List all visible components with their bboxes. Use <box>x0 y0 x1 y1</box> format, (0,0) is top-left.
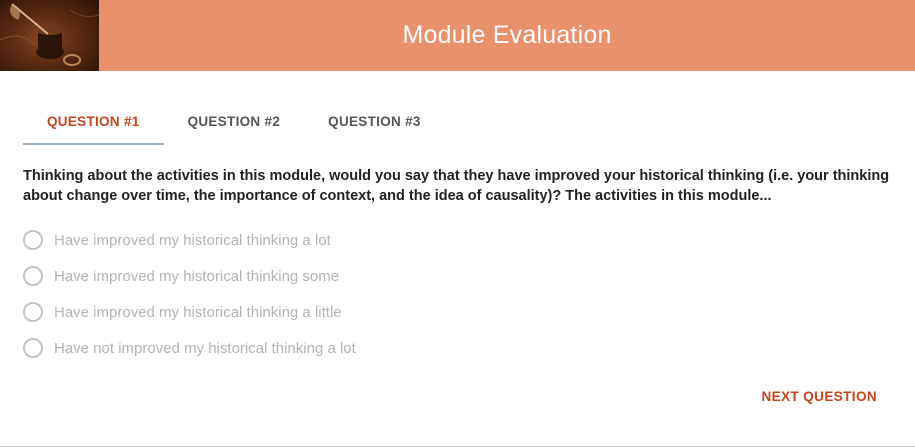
answer-option-label: Have not improved my historical thinking… <box>54 339 356 357</box>
question-text: Thinking about the activities in this mo… <box>23 168 890 204</box>
tab-question-3[interactable]: QUESTION #3 <box>304 97 445 145</box>
answer-option-label: Have improved my historical thinking a l… <box>54 231 331 249</box>
radio-button[interactable] <box>23 266 43 286</box>
tab-question-2[interactable]: QUESTION #2 <box>164 97 305 145</box>
answer-option[interactable]: Have improved my historical thinking som… <box>23 258 356 294</box>
page-title: Module Evaluation <box>402 21 612 49</box>
next-question-button[interactable]: NEXT QUESTION <box>762 384 877 408</box>
header-bar: Module Evaluation <box>0 0 915 71</box>
question-tabs: QUESTION #1 QUESTION #2 QUESTION #3 <box>23 97 445 145</box>
answer-option[interactable]: Have improved my historical thinking a l… <box>23 294 356 330</box>
quill-and-inkwell-image <box>0 0 99 71</box>
answer-option[interactable]: Have not improved my historical thinking… <box>23 330 356 366</box>
answer-option-label: Have improved my historical thinking som… <box>54 267 340 285</box>
tab-question-1[interactable]: QUESTION #1 <box>23 97 164 145</box>
radio-button[interactable] <box>23 230 43 250</box>
radio-button[interactable] <box>23 338 43 358</box>
answer-option-label: Have improved my historical thinking a l… <box>54 303 342 321</box>
answer-option[interactable]: Have improved my historical thinking a l… <box>23 222 356 258</box>
radio-button[interactable] <box>23 302 43 322</box>
answer-options: Have improved my historical thinking a l… <box>23 222 356 366</box>
